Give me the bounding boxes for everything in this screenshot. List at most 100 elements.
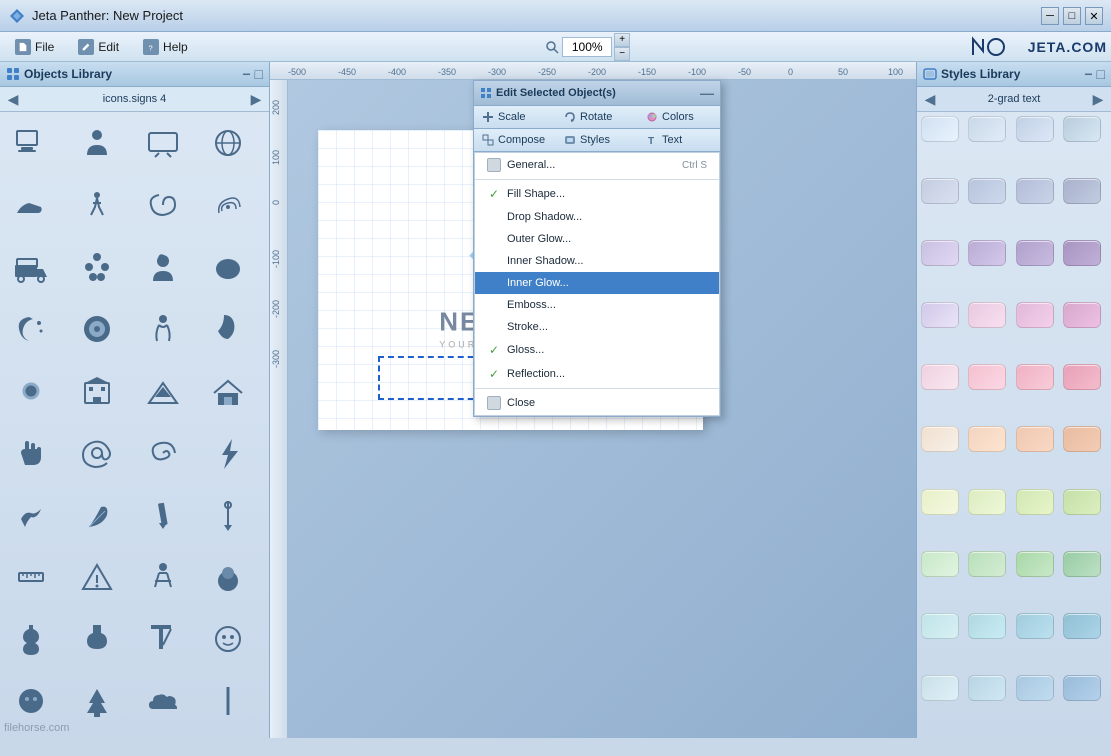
style-swatch[interactable] <box>1063 551 1101 577</box>
styles-next-button[interactable]: ▶ <box>1089 90 1107 108</box>
style-swatch[interactable] <box>921 364 959 390</box>
style-swatch[interactable] <box>1063 489 1101 515</box>
style-swatch[interactable] <box>1016 364 1054 390</box>
edit-dialog-close-button[interactable]: — <box>700 85 714 101</box>
icon-hand[interactable] <box>4 426 58 480</box>
zoom-in-button[interactable]: + <box>614 33 630 47</box>
style-swatch[interactable] <box>968 364 1006 390</box>
library-next-button[interactable]: ▶ <box>247 90 265 108</box>
icon-head[interactable] <box>4 674 58 728</box>
style-swatch[interactable] <box>1016 302 1054 328</box>
icon-ball[interactable] <box>201 550 255 604</box>
edit-menu[interactable]: Edit <box>67 34 130 60</box>
style-swatch[interactable] <box>921 302 959 328</box>
icon-house[interactable] <box>201 364 255 418</box>
icon-line[interactable] <box>201 674 255 728</box>
menu-inner-shadow[interactable]: Inner Shadow... <box>475 250 719 272</box>
icon-building[interactable] <box>70 364 124 418</box>
styles-prev-button[interactable]: ◀ <box>921 90 939 108</box>
style-swatch[interactable] <box>1016 178 1054 204</box>
icon-fingerprint[interactable] <box>201 178 255 232</box>
style-swatch[interactable] <box>1063 302 1101 328</box>
icon-computer[interactable] <box>4 116 58 170</box>
edit-tab-colors[interactable]: Colors <box>638 106 720 128</box>
icon-guitar[interactable] <box>70 612 124 666</box>
style-swatch[interactable] <box>968 302 1006 328</box>
style-swatch[interactable] <box>968 613 1006 639</box>
style-swatch[interactable] <box>1016 489 1054 515</box>
menu-close[interactable]: Close <box>475 391 719 415</box>
menu-gloss[interactable]: ✓ Gloss... <box>475 338 719 362</box>
icon-dots[interactable] <box>70 240 124 294</box>
style-swatch[interactable] <box>1016 551 1054 577</box>
style-swatch[interactable] <box>1016 116 1054 142</box>
style-swatch[interactable] <box>968 116 1006 142</box>
style-swatch[interactable] <box>1063 613 1101 639</box>
icon-bird[interactable] <box>4 488 58 542</box>
style-swatch[interactable] <box>921 613 959 639</box>
style-swatch[interactable] <box>1063 178 1101 204</box>
icon-person[interactable] <box>70 116 124 170</box>
style-swatch[interactable] <box>921 116 959 142</box>
icon-ruler[interactable] <box>4 550 58 604</box>
canvas-content[interactable]: NEWLINX YOUR LOGO SLOGAN Edit Selected O… <box>288 80 916 738</box>
library-prev-button[interactable]: ◀ <box>4 90 22 108</box>
help-menu[interactable]: ? Help <box>132 34 199 60</box>
style-swatch[interactable] <box>968 551 1006 577</box>
icon-tv[interactable] <box>136 116 190 170</box>
icon-moon[interactable] <box>4 302 58 356</box>
icon-note[interactable] <box>201 302 255 356</box>
menu-emboss[interactable]: Emboss... <box>475 294 719 316</box>
icon-oval[interactable] <box>201 240 255 294</box>
icon-face[interactable] <box>201 612 255 666</box>
file-menu[interactable]: File <box>4 34 65 60</box>
icon-shoe[interactable] <box>4 178 58 232</box>
edit-tab-rotate[interactable]: Rotate <box>556 106 638 128</box>
icon-lightning[interactable] <box>201 426 255 480</box>
style-swatch[interactable] <box>968 240 1006 266</box>
style-swatch[interactable] <box>968 489 1006 515</box>
icon-needle[interactable] <box>201 488 255 542</box>
style-swatch[interactable] <box>1063 240 1101 266</box>
menu-fill-shape[interactable]: ✓ Fill Shape... <box>475 182 719 206</box>
style-swatch[interactable] <box>921 489 959 515</box>
icon-spiral[interactable] <box>136 178 190 232</box>
icon-truck[interactable] <box>4 240 58 294</box>
style-swatch[interactable] <box>921 426 959 452</box>
icon-pencil[interactable] <box>136 488 190 542</box>
menu-reflection[interactable]: ✓ Reflection... <box>475 362 719 386</box>
canvas-area[interactable]: -500 -450 -400 -350 -300 -250 -200 -150 … <box>270 62 916 738</box>
zoom-out-button[interactable]: − <box>614 47 630 61</box>
zoom-value[interactable]: 100% <box>562 37 612 57</box>
style-swatch[interactable] <box>1063 675 1101 701</box>
icon-feather[interactable] <box>70 488 124 542</box>
minimize-button[interactable]: ─ <box>1041 7 1059 25</box>
edit-tab-scale[interactable]: Scale <box>474 106 556 128</box>
style-swatch[interactable] <box>1016 240 1054 266</box>
style-swatch[interactable] <box>968 426 1006 452</box>
style-swatch[interactable] <box>921 240 959 266</box>
edit-tab-text[interactable]: T Text <box>638 129 720 151</box>
icon-crane[interactable] <box>136 612 190 666</box>
style-swatch[interactable] <box>1063 116 1101 142</box>
styles-library-expand[interactable]: □ <box>1097 66 1105 82</box>
style-swatch[interactable] <box>1063 364 1101 390</box>
style-swatch[interactable] <box>1016 613 1054 639</box>
icon-warning[interactable] <box>70 550 124 604</box>
icon-gear[interactable] <box>4 364 58 418</box>
style-swatch[interactable] <box>968 178 1006 204</box>
objects-library-minimize[interactable]: − <box>242 66 250 82</box>
icon-globe[interactable] <box>201 116 255 170</box>
icon-cloud[interactable] <box>136 674 190 728</box>
icon-portrait[interactable] <box>136 240 190 294</box>
menu-drop-shadow[interactable]: Drop Shadow... <box>475 206 719 228</box>
edit-tab-styles[interactable]: Styles <box>556 129 638 151</box>
style-swatch[interactable] <box>921 551 959 577</box>
icon-disc[interactable] <box>70 302 124 356</box>
menu-inner-glow[interactable]: Inner Glow... <box>475 272 719 294</box>
icon-tree[interactable] <box>70 674 124 728</box>
menu-stroke[interactable]: Stroke... <box>475 316 719 338</box>
objects-library-expand[interactable]: □ <box>255 66 263 82</box>
menu-general[interactable]: General... Ctrl S <box>475 153 719 177</box>
icon-violin[interactable] <box>4 612 58 666</box>
